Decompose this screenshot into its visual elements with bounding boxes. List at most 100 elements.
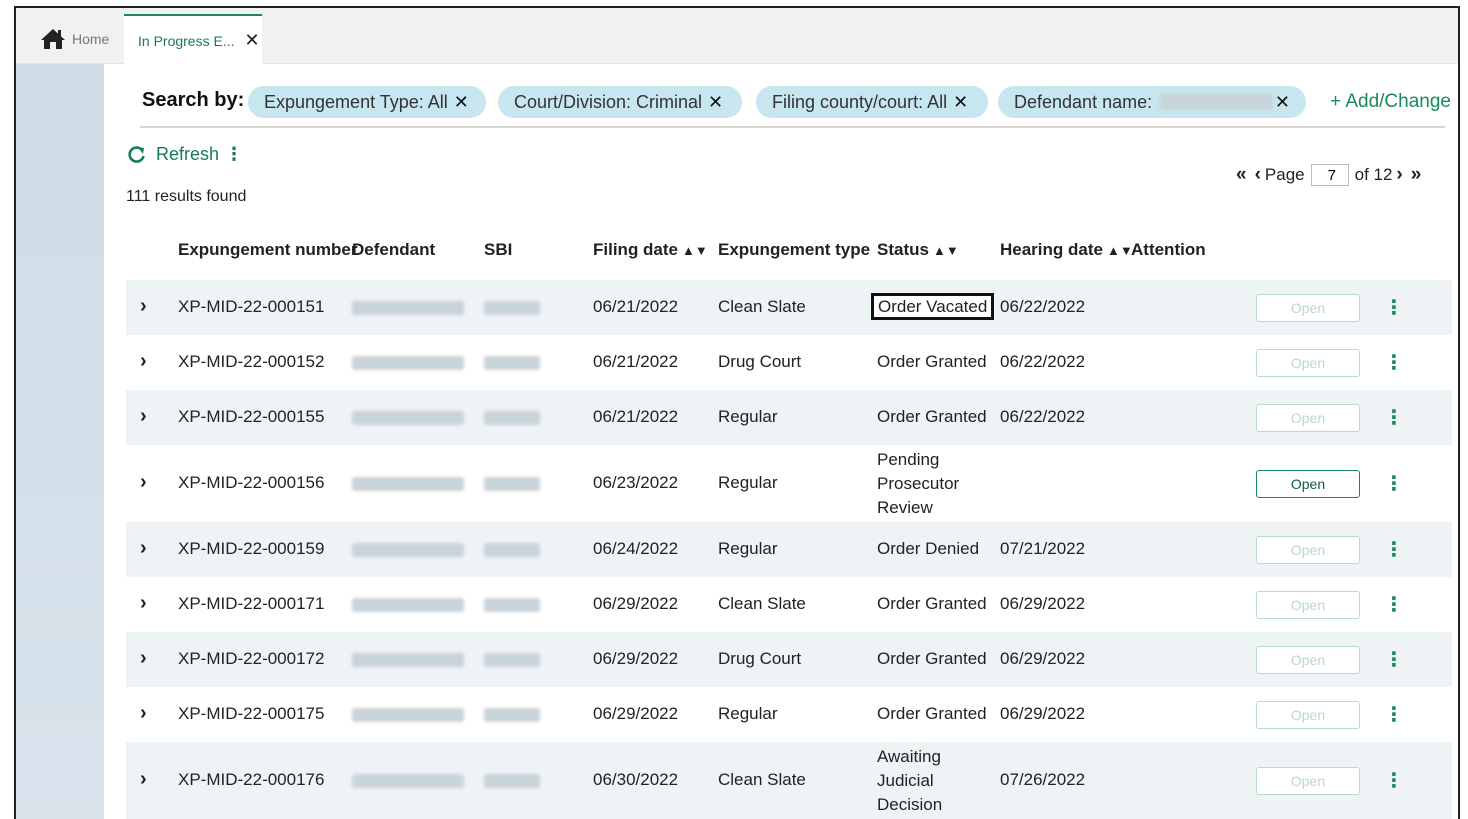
col-attention[interactable]: Attention <box>1131 240 1206 260</box>
open-button[interactable]: Open <box>1256 591 1360 619</box>
expungement-number[interactable]: XP-MID-22-000159 <box>178 539 324 559</box>
expand-row-icon[interactable]: › <box>140 405 147 428</box>
remove-filter-icon[interactable]: ✕ <box>1275 92 1290 113</box>
refresh-menu-icon[interactable]: ⋮ <box>225 144 243 165</box>
redacted-defendant <box>352 708 464 722</box>
open-button[interactable]: Open <box>1256 536 1360 564</box>
home-icon <box>41 29 65 49</box>
open-button[interactable]: Open <box>1256 404 1360 432</box>
filing-date: 06/30/2022 <box>593 770 679 789</box>
redacted-sbi <box>484 708 540 722</box>
col-sbi[interactable]: SBI <box>484 240 512 260</box>
col-expungement-type[interactable]: Expungement type <box>718 240 870 260</box>
expungement-number[interactable]: XP-MID-22-000175 <box>178 704 324 724</box>
prev-page-icon[interactable]: ‹ <box>1255 164 1261 186</box>
table-row[interactable]: › XP-MID-22-000176 06/30/2022 Clean Slat… <box>126 742 1452 819</box>
expungement-number[interactable]: XP-MID-22-000155 <box>178 407 324 427</box>
row-menu-icon[interactable]: ⋮ <box>1384 768 1404 793</box>
filter-chip-court-division[interactable]: Court/Division: Criminal ✕ <box>498 86 742 118</box>
expand-row-icon[interactable]: › <box>140 592 147 615</box>
redacted-defendant <box>352 356 464 370</box>
row-menu-icon[interactable]: ⋮ <box>1384 405 1404 430</box>
redacted-sbi <box>484 653 540 667</box>
remove-filter-icon[interactable]: ✕ <box>953 92 968 113</box>
expungement-number[interactable]: XP-MID-22-000152 <box>178 352 324 372</box>
chip-label: Expungement Type: All <box>264 91 448 112</box>
row-menu-icon[interactable]: ⋮ <box>1384 471 1404 496</box>
open-button[interactable]: Open <box>1256 294 1360 322</box>
expungement-number[interactable]: XP-MID-22-000156 <box>178 473 324 493</box>
table-row[interactable]: › XP-MID-22-000171 06/29/2022 Clean Slat… <box>126 577 1452 632</box>
col-status[interactable]: Status ▲▼ <box>877 240 959 260</box>
col-expungement-number[interactable]: Expungement number <box>178 240 357 260</box>
filter-chip-defendant-name[interactable]: Defendant name: ✕ <box>998 86 1306 118</box>
expand-row-icon[interactable]: › <box>140 702 147 725</box>
col-filing-date[interactable]: Filing date ▲▼ <box>593 240 708 260</box>
redacted-sbi <box>484 356 540 370</box>
row-menu-icon[interactable]: ⋮ <box>1384 647 1404 672</box>
filter-chip-filing-county[interactable]: Filing county/court: All ✕ <box>756 86 988 118</box>
next-page-icon[interactable]: › <box>1396 164 1402 186</box>
redacted-defendant <box>352 653 464 667</box>
refresh-button[interactable]: Refresh ⋮ <box>128 144 243 165</box>
filter-chip-expungement-type[interactable]: Expungement Type: All ✕ <box>248 86 486 118</box>
table-row[interactable]: › XP-MID-22-000175 06/29/2022 Regular Or… <box>126 687 1452 742</box>
status-cell: Awaiting Judicial Decision <box>877 745 973 817</box>
expungement-number[interactable]: XP-MID-22-000151 <box>178 297 324 317</box>
redacted-defendant <box>352 774 464 788</box>
expand-row-icon[interactable]: › <box>140 295 147 318</box>
open-button[interactable]: Open <box>1256 646 1360 674</box>
sort-icon[interactable]: ▲▼ <box>682 243 708 258</box>
row-menu-icon[interactable]: ⋮ <box>1384 537 1404 562</box>
filing-date: 06/21/2022 <box>593 407 679 426</box>
results-count: 111 results found <box>126 188 247 205</box>
expand-row-icon[interactable]: › <box>140 350 147 373</box>
status-cell: Order Granted <box>877 594 987 614</box>
page-total: of 12 <box>1354 165 1393 184</box>
expungement-number[interactable]: XP-MID-22-000176 <box>178 770 324 790</box>
tab-home[interactable]: Home <box>40 14 124 64</box>
row-menu-icon[interactable]: ⋮ <box>1384 592 1404 617</box>
search-bar: Search by: Expungement Type: All ✕ Court… <box>140 80 1451 128</box>
col-status-label: Status <box>877 240 929 259</box>
redacted-sbi <box>484 774 540 788</box>
expungement-type: Clean Slate <box>718 770 806 789</box>
hearing-date: 07/26/2022 <box>1000 770 1086 789</box>
col-hearing-date-label: Hearing date <box>1000 240 1103 259</box>
row-menu-icon[interactable]: ⋮ <box>1384 702 1404 727</box>
expungement-type: Clean Slate <box>718 297 806 316</box>
row-menu-icon[interactable]: ⋮ <box>1384 350 1404 375</box>
remove-filter-icon[interactable]: ✕ <box>454 92 469 113</box>
page-number-input[interactable] <box>1310 164 1349 186</box>
open-button[interactable]: Open <box>1256 349 1360 377</box>
expand-row-icon[interactable]: › <box>140 647 147 670</box>
expand-row-icon[interactable]: › <box>140 768 147 791</box>
table-row[interactable]: › XP-MID-22-000155 06/21/2022 Regular Or… <box>126 390 1452 445</box>
sort-icon[interactable]: ▲▼ <box>933 243 959 258</box>
sidebar <box>16 64 104 819</box>
remove-filter-icon[interactable]: ✕ <box>708 92 723 113</box>
open-button[interactable]: Open <box>1256 470 1360 498</box>
last-page-icon[interactable]: » <box>1411 164 1422 186</box>
open-button[interactable]: Open <box>1256 701 1360 729</box>
tab-in-progress[interactable]: In Progress E... ✕ <box>124 14 262 65</box>
tab-close-icon[interactable]: ✕ <box>244 30 259 51</box>
first-page-icon[interactable]: « <box>1236 164 1247 186</box>
expungement-number[interactable]: XP-MID-22-000172 <box>178 649 324 669</box>
expand-row-icon[interactable]: › <box>140 471 147 494</box>
redacted-defendant <box>352 477 464 491</box>
col-defendant[interactable]: Defendant <box>352 240 435 260</box>
col-hearing-date[interactable]: Hearing date ▲▼ <box>1000 240 1133 260</box>
table-row[interactable]: › XP-MID-22-000152 06/21/2022 Drug Court… <box>126 335 1452 390</box>
open-button[interactable]: Open <box>1256 767 1360 795</box>
table-row[interactable]: › XP-MID-22-000172 06/29/2022 Drug Court… <box>126 632 1452 687</box>
table-row[interactable]: › XP-MID-22-000151 06/21/2022 Clean Slat… <box>126 280 1452 335</box>
sort-icon[interactable]: ▲▼ <box>1107 243 1133 258</box>
expand-row-icon[interactable]: › <box>140 537 147 560</box>
table-row[interactable]: › XP-MID-22-000156 06/23/2022 Regular Pe… <box>126 445 1452 522</box>
add-change-button[interactable]: + Add/Change <box>1330 91 1451 113</box>
row-menu-icon[interactable]: ⋮ <box>1384 295 1404 320</box>
table-row[interactable]: › XP-MID-22-000159 06/24/2022 Regular Or… <box>126 522 1452 577</box>
expungement-number[interactable]: XP-MID-22-000171 <box>178 594 324 614</box>
status-text: Pending Prosecutor Review <box>877 450 960 517</box>
